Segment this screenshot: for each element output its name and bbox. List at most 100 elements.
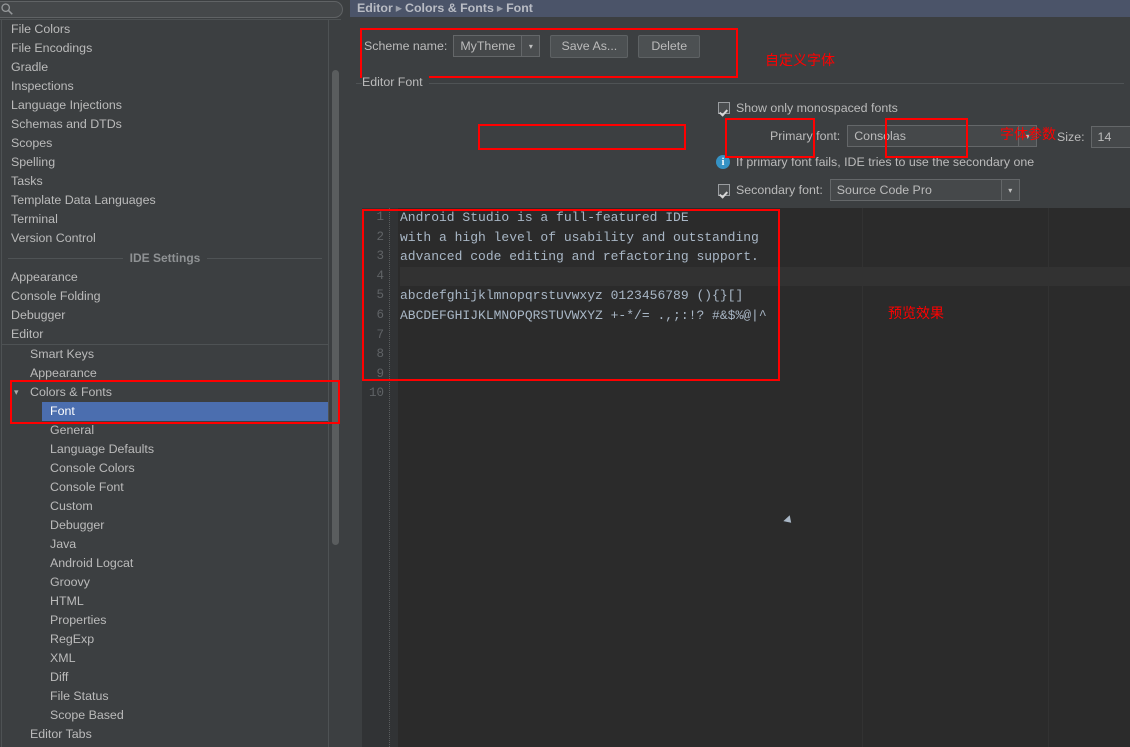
breadcrumb-separator-icon: ▸ <box>395 1 403 15</box>
tree-item-label: General <box>50 423 95 437</box>
primary-font-row: Primary font: Consolas ▾ <box>770 125 1038 147</box>
breadcrumb-part[interactable]: Editor <box>357 1 393 15</box>
tree-item-groovy[interactable]: Groovy <box>2 573 328 592</box>
fallback-hint-text: If primary font fails, IDE tries to use … <box>736 155 1035 169</box>
tree-item-label: Console Font <box>50 480 124 494</box>
tree-section-label: IDE Settings <box>122 251 208 265</box>
tree-item-general[interactable]: General <box>2 421 328 440</box>
secondary-font-combo[interactable]: Source Code Pro ▾ <box>829 179 1020 201</box>
editor-font-group-header: Editor Font <box>356 75 1126 89</box>
tree-item-terminal[interactable]: Terminal <box>2 210 328 229</box>
tree-item-label: Android Logcat <box>50 556 134 570</box>
line-number: 8 <box>376 347 384 362</box>
checkbox-check-icon <box>718 102 730 114</box>
settings-tree[interactable]: File Colors File Encodings Gradle Inspectio… <box>0 19 346 747</box>
tree-item-label: Language Injections <box>11 98 122 112</box>
settings-right-pane: Editor ▸ Colors & Fonts ▸ Font Scheme name: … <box>350 0 1130 747</box>
tree-item-console-font[interactable]: Console Font <box>2 478 328 497</box>
tree-item-appearance[interactable]: Appearance <box>2 364 328 383</box>
tree-item-language-injections[interactable]: Language Injections <box>2 96 328 115</box>
tree-item-file-encodings[interactable]: File Encodings <box>2 39 328 58</box>
tree-item-custom[interactable]: Custom <box>2 497 328 516</box>
tree-item-xml[interactable]: XML <box>2 649 328 668</box>
breadcrumb: Editor ▸ Colors & Fonts ▸ Font <box>350 0 1130 17</box>
tree-item-appearance[interactable]: Appearance <box>2 268 328 287</box>
tree-item-debugger[interactable]: Debugger <box>2 516 328 535</box>
tree-item-label: Spelling <box>11 155 56 169</box>
tree-section-separator: IDE Settings <box>2 248 328 268</box>
tree-item-spelling[interactable]: Spelling <box>2 153 328 172</box>
tree-item-console-colors[interactable]: Console Colors <box>2 459 328 478</box>
tree-item-label: RegExp <box>50 632 95 646</box>
preview-code-text[interactable]: Android Studio is a full-featured IDE wit… <box>400 208 1130 747</box>
breadcrumb-part[interactable]: Font <box>506 1 533 15</box>
line-number: 7 <box>376 327 384 342</box>
tree-item-properties[interactable]: Properties <box>2 611 328 630</box>
tree-item-scopes[interactable]: Scopes <box>2 134 328 153</box>
breadcrumb-part[interactable]: Colors & Fonts <box>405 1 494 15</box>
tree-item-version-control[interactable]: Version Control <box>2 229 328 248</box>
tree-item-language-defaults[interactable]: Language Defaults <box>2 440 328 459</box>
search-icon <box>1 3 13 15</box>
tree-item-colors-fonts[interactable]: Colors & Fonts <box>2 383 328 402</box>
tree-item-scope-based[interactable]: Scope Based <box>2 706 328 725</box>
tree-item-console-folding[interactable]: Console Folding <box>2 287 328 306</box>
secondary-font-checkbox[interactable]: Secondary font: <box>718 183 823 197</box>
font-preview-editor[interactable]: 1 2 3 4 5 6 7 8 9 10 Android Studio is a full-fea… <box>362 208 1130 747</box>
pane-splitter[interactable] <box>341 19 688 747</box>
tree-item-android-logcat[interactable]: Android Logcat <box>2 554 328 573</box>
tree-item-editor[interactable]: Editor <box>2 325 328 344</box>
tree-item-inspections[interactable]: Inspections <box>2 77 328 96</box>
chevron-down-icon[interactable]: ▾ <box>1000 180 1019 200</box>
tree-item-label: Language Defaults <box>50 442 155 456</box>
tree-item-label: Inspections <box>11 79 74 93</box>
chevron-down-icon[interactable]: ▾ <box>521 36 540 56</box>
tree-item-label: Editor Tabs <box>30 727 92 741</box>
tree-item-label: Console Folding <box>11 289 101 303</box>
tree-item-editor-tabs[interactable]: Editor Tabs <box>2 725 328 744</box>
scheme-row: Scheme name: MyTheme ▾ Save As... Delete <box>364 32 701 60</box>
tree-item-label: HTML <box>50 594 84 608</box>
font-size-input[interactable]: 14 <box>1090 126 1130 148</box>
secondary-font-row: Secondary font: Source Code Pro ▾ <box>718 179 1020 201</box>
font-size-row: Size: 14 <box>1057 126 1130 148</box>
save-as-button[interactable]: Save As... <box>550 34 629 58</box>
line-number: 2 <box>376 229 384 244</box>
checkbox-check-icon <box>718 184 730 196</box>
line-number: 1 <box>376 210 384 224</box>
tree-item-tasks[interactable]: Tasks <box>2 172 328 191</box>
tree-item-label: Scope Based <box>50 708 124 722</box>
tree-item-html[interactable]: HTML <box>2 592 328 611</box>
tree-group-ide: Appearance Console Folding Debugger Editor <box>2 268 328 344</box>
tree-item-gradle[interactable]: Gradle <box>2 58 328 77</box>
delete-button[interactable]: Delete <box>638 34 701 58</box>
tree-item-label: Schemas and DTDs <box>11 117 122 131</box>
breadcrumb-separator-icon: ▸ <box>496 1 504 15</box>
annotation-font-params: 字体参数 <box>1000 127 1056 143</box>
tree-scrollbar-thumb[interactable] <box>332 70 339 545</box>
primary-font-value: Consolas <box>854 129 906 143</box>
tree-item-schemas-and-dtds[interactable]: Schemas and DTDs <box>2 115 328 134</box>
tree-item-label: File Status <box>50 689 109 703</box>
tree-item-debugger[interactable]: Debugger <box>2 306 328 325</box>
tree-item-font[interactable]: Font <box>42 402 328 421</box>
tree-item-label: Debugger <box>50 518 105 532</box>
tree-item-regexp[interactable]: RegExp <box>2 630 328 649</box>
show-only-monospaced-checkbox[interactable]: Show only monospaced fonts <box>718 101 898 115</box>
search-input[interactable] <box>0 1 343 18</box>
tree-item-template-data-languages[interactable]: Template Data Languages <box>2 191 328 210</box>
scheme-name-combo[interactable]: MyTheme ▾ <box>453 35 541 57</box>
info-icon: i <box>716 155 730 169</box>
line-number: 5 <box>376 288 384 303</box>
tree-item-smart-keys[interactable]: Smart Keys <box>2 345 328 364</box>
tree-item-file-colors[interactable]: File Colors <box>2 20 328 39</box>
tree-item-file-status[interactable]: File Status <box>2 687 328 706</box>
settings-dialog: File Colors File Encodings Gradle Inspectio… <box>0 0 1130 747</box>
tree-item-java[interactable]: Java <box>2 535 328 554</box>
tree-item-diff[interactable]: Diff <box>2 668 328 687</box>
secondary-font-value: Source Code Pro <box>836 183 932 197</box>
tree-item-label: File Encodings <box>11 41 93 55</box>
fold-gutter <box>389 208 398 747</box>
search-row <box>0 0 346 19</box>
